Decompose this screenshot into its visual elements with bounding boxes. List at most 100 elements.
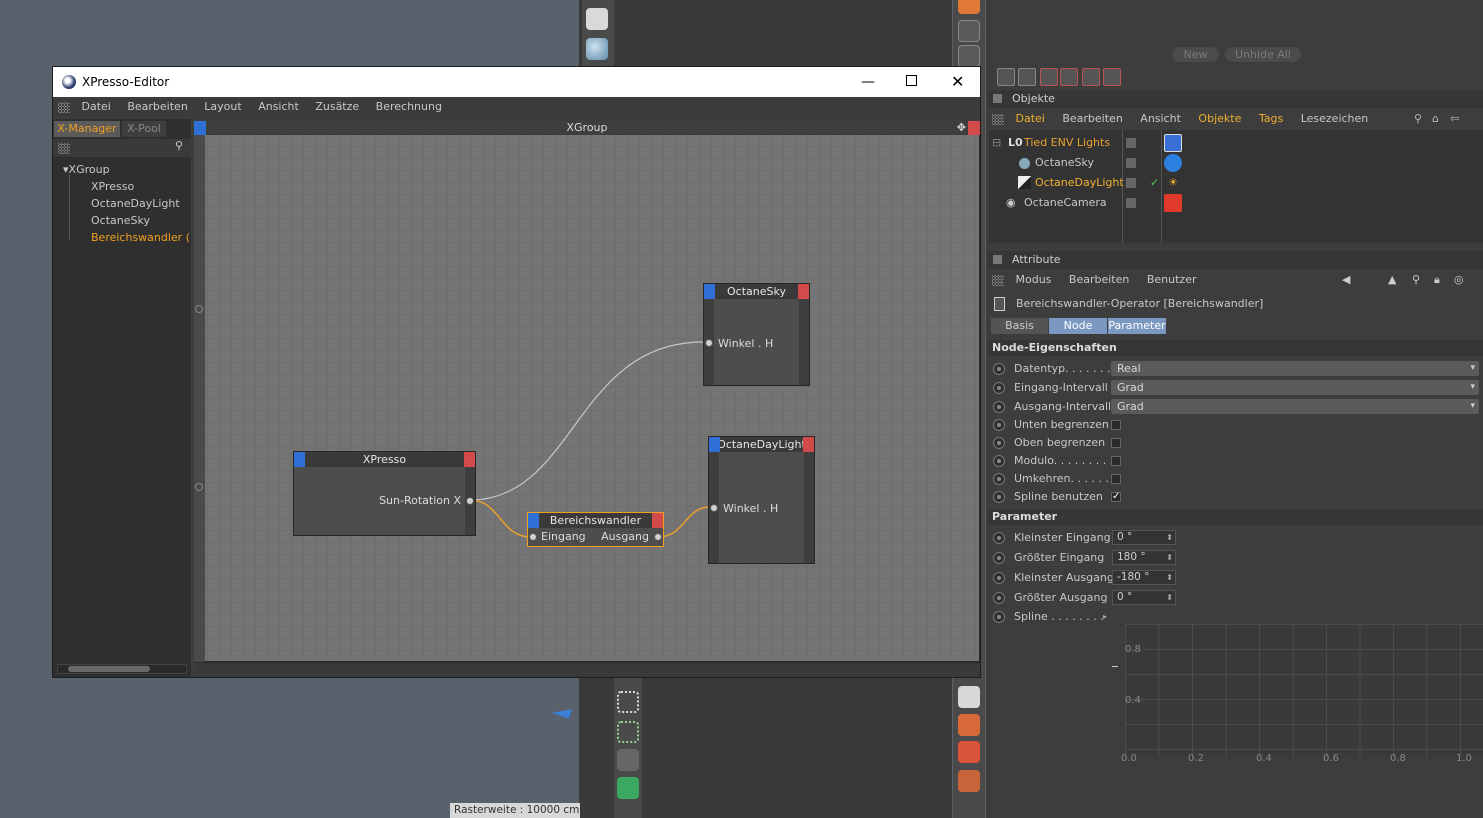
animate-radio[interactable] [993,532,1005,544]
visibility-toggle[interactable] [1126,138,1136,148]
sky-tag-icon[interactable] [1164,154,1182,172]
search-icon[interactable]: ⚲ [1414,109,1422,129]
menu-ansicht[interactable]: Ansicht [258,100,299,113]
oben-begrenzen-checkbox[interactable] [1111,438,1121,448]
filter-b-icon[interactable] [1060,68,1078,86]
xpresso-tag-icon[interactable] [1164,134,1182,152]
objects-menu-objekte[interactable]: Objekte [1198,112,1241,125]
objects-menu-ansicht[interactable]: Ansicht [1140,112,1181,125]
animate-radio[interactable] [993,473,1005,485]
remove-icon[interactable] [958,770,980,792]
tool-icon[interactable] [958,0,980,14]
horizontal-scrollbar[interactable] [57,664,187,674]
attributes-menu-benutzer[interactable]: Benutzer [1147,273,1197,286]
filter-d-icon[interactable] [1103,68,1121,86]
ausgang-intervall-select[interactable]: Grad [1111,399,1479,414]
tab-parameter[interactable]: Parameter [1108,318,1166,334]
animate-radio[interactable] [993,401,1005,413]
animate-radio[interactable] [993,382,1005,394]
filter-a-icon[interactable] [1040,68,1058,86]
animate-radio[interactable] [993,572,1005,584]
tab-x-pool[interactable]: X-Pool [122,121,166,137]
unten-begrenzen-checkbox[interactable] [1111,420,1121,430]
spline-handle[interactable] [1112,666,1118,667]
menu-zusaetze[interactable]: Zusätze [315,100,359,113]
menu-berechnung[interactable]: Berechnung [376,100,442,113]
objects-menu-datei[interactable]: Datei [1016,112,1045,125]
spline-benutzen-checkbox[interactable]: ✓ [1111,492,1121,502]
move-icon[interactable]: ✥ [957,121,966,135]
window-titlebar[interactable]: XPresso-Editor — ✕ [53,67,980,97]
menu-bearbeiten[interactable]: Bearbeiten [127,100,187,113]
sphere-icon[interactable] [586,38,608,60]
range-input-port[interactable] [529,533,537,541]
tree-item-octanesky[interactable]: OctaneSky [91,214,150,227]
objects-menu-bearbeiten[interactable]: Bearbeiten [1062,112,1122,125]
delete-icon[interactable] [958,741,980,763]
wire-xpresso-to-sky[interactable] [469,341,704,501]
node-octanesky[interactable]: OctaneSky Winkel . H [703,283,810,386]
range-output-port[interactable] [654,533,662,541]
xpresso-output-port[interactable] [466,497,474,505]
output-port-icon[interactable] [195,483,203,491]
tree-item-xpresso[interactable]: XPresso [91,180,134,193]
select-icon[interactable] [997,68,1015,86]
animate-radio[interactable] [993,552,1005,564]
spline-grid[interactable] [1125,624,1483,758]
home-icon[interactable]: ⌂ [1432,109,1439,129]
datentyp-select[interactable]: Real [1111,361,1479,376]
figure-icon[interactable] [617,749,639,771]
kleinster-eingang-field[interactable]: 0 ° [1112,530,1176,545]
lock-icon[interactable]: 🔒︎ [1434,270,1440,290]
sun-tag-icon[interactable]: ☀ [1164,174,1182,192]
groesster-ausgang-field[interactable]: 0 ° [1112,590,1176,605]
enabled-check-icon[interactable]: ✓ [1150,173,1159,193]
input-port-icon[interactable] [195,305,203,313]
up-icon[interactable]: ⇦ [1450,109,1459,129]
expand-arrow-icon[interactable]: ▸ [1103,608,1107,626]
camera-tag-icon[interactable] [1164,194,1182,212]
visibility-toggle[interactable] [1126,198,1136,208]
animate-radio[interactable] [993,491,1005,503]
visibility-toggle[interactable] [1126,178,1136,188]
node-canvas[interactable]: OctaneSky Winkel . H OctaneDayLight Wink… [194,121,980,662]
collapse-icon[interactable]: ⊟ [992,133,1001,153]
groesster-eingang-field[interactable]: 180 ° [1112,550,1176,565]
unhide-all-button[interactable]: Unhide All [1225,47,1301,62]
tree-item-octanedaylight[interactable]: OctaneDayLight [91,197,180,210]
attributes-menu-bearbeiten[interactable]: Bearbeiten [1069,273,1129,286]
animate-radio[interactable] [993,611,1005,623]
wire-range-to-daylight[interactable] [657,506,711,538]
dots-circle-icon[interactable] [617,691,639,713]
maximize-icon[interactable] [906,75,917,86]
kleinster-ausgang-field[interactable]: -180 ° [1112,570,1176,585]
menu-layout[interactable]: Layout [204,100,241,113]
az-sort-icon[interactable] [958,714,980,736]
menu-datei[interactable]: Datei [82,100,111,113]
group-icon[interactable] [1018,68,1036,86]
new-button[interactable]: New [1172,47,1219,62]
spline-graph[interactable]: 0.8 0.4 0.0 0.2 0.4 0.6 0.8 1.0 [1112,610,1483,772]
animate-radio[interactable] [993,363,1005,375]
attributes-menu-modus[interactable]: Modus [1016,273,1052,286]
search-icon[interactable]: ⚲ [1412,270,1420,290]
object-row-octanesky[interactable]: OctaneSky [990,153,1483,173]
close-icon[interactable]: ✕ [951,67,964,97]
node-bereichswandler[interactable]: Bereichswandler Eingang Ausgang [527,512,664,547]
node-octanedaylight[interactable]: OctaneDayLight Winkel . H [708,436,815,564]
cube-icon[interactable] [617,777,639,799]
object-row-octanecamera[interactable]: ◉ OctaneCamera [990,193,1483,213]
tab-basis[interactable]: Basis [991,318,1048,334]
daylight-input-port[interactable] [710,504,718,512]
umkehren-checkbox[interactable] [1111,474,1121,484]
target-icon[interactable]: ◎ [1454,270,1464,290]
tab-x-manager[interactable]: X-Manager [54,121,120,137]
modulo-checkbox[interactable] [1111,456,1121,466]
scrollbar-thumb[interactable] [68,666,150,672]
objects-menu-tags[interactable]: Tags [1259,112,1283,125]
arrow-icon[interactable] [958,45,980,67]
objects-menu-lesezeichen[interactable]: Lesezeichen [1301,112,1369,125]
grid-add-icon[interactable] [958,20,980,42]
sky-input-port[interactable] [705,339,713,347]
wire-xpresso-to-range[interactable] [469,499,532,538]
